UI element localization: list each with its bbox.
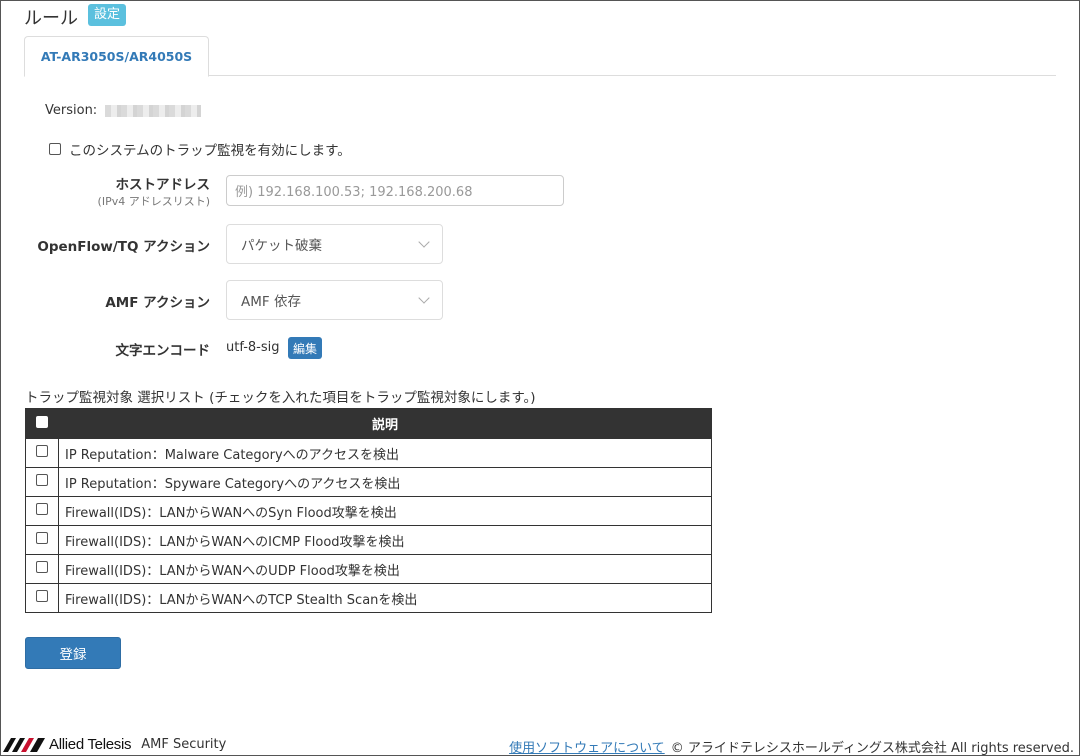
encoding-value: utf-8-sig	[226, 340, 280, 355]
row-check-cell	[25, 438, 59, 468]
row-description: Firewall(IDS)：LANからWANへのUDP Flood攻撃を検出	[58, 554, 712, 584]
trap-list-table: 説明 IP Reputation：Malware Categoryへのアクセスを…	[25, 408, 712, 613]
row-check-cell	[25, 525, 59, 555]
allied-telesis-logo-icon	[3, 737, 45, 752]
page-title: ルール	[24, 8, 78, 29]
register-button[interactable]: 登録	[25, 637, 121, 669]
host-address-label: ホストアドレス	[115, 177, 211, 193]
settings-badge[interactable]: 設定	[88, 4, 127, 26]
row-check-cell	[25, 554, 59, 584]
row-description: IP Reputation：Malware Categoryへのアクセスを検出	[58, 438, 712, 468]
host-address-sublabel: (IPv4 アドレスリスト)	[97, 195, 210, 208]
table-row: Firewall(IDS)：LANからWANへのICMP Flood攻撃を検出	[25, 525, 712, 555]
amf-action-value: AMF 依存	[241, 294, 301, 310]
copyright-text: © アライドテレシスホールディングス株式会社 All rights reserv…	[670, 741, 1074, 756]
footer-brand: Allied Telesis AMF Security	[3, 736, 226, 753]
chevron-down-icon	[418, 236, 430, 248]
footer-info: 使用ソフトウェアについて © アライドテレシスホールディングス株式会社 All r…	[509, 737, 1074, 756]
product-name: AMF Security	[141, 737, 227, 752]
table-row: Firewall(IDS)：LANからWANへのTCP Stealth Scan…	[25, 583, 712, 613]
row-checkbox[interactable]	[36, 590, 48, 602]
row-checkbox[interactable]	[36, 445, 48, 457]
select-all-cell	[25, 408, 59, 439]
row-checkbox[interactable]	[36, 532, 48, 544]
row-check-cell	[25, 467, 59, 497]
openflow-action-label: OpenFlow/TQ アクション	[37, 239, 210, 255]
row-check-cell	[25, 583, 59, 613]
version-info: Version:	[45, 103, 202, 118]
edit-encoding-button[interactable]: 編集	[288, 337, 323, 359]
table-row: Firewall(IDS)：LANからWANへのUDP Flood攻撃を検出	[25, 554, 712, 584]
host-address-input[interactable]: 例) 192.168.100.53; 192.168.200.68	[226, 175, 564, 206]
row-description: Firewall(IDS)：LANからWANへのSyn Flood攻撃を検出	[58, 496, 712, 526]
enable-trap-label: このシステムのトラップ監視を有効にします。	[69, 143, 351, 159]
version-value-redacted	[105, 104, 202, 117]
amf-action-label: AMF アクション	[105, 295, 210, 311]
version-label: Version:	[45, 103, 98, 118]
table-row: Firewall(IDS)：LANからWANへのSyn Flood攻撃を検出	[25, 496, 712, 526]
tab-bar: AT-AR3050S/AR4050S	[24, 36, 1056, 77]
table-row: IP Reputation：Malware Categoryへのアクセスを検出	[25, 438, 712, 468]
enable-trap-monitoring[interactable]: このシステムのトラップ監視を有効にします。	[49, 139, 351, 159]
row-checkbox[interactable]	[36, 561, 48, 573]
row-check-cell	[25, 496, 59, 526]
row-description: Firewall(IDS)：LANからWANへのICMP Flood攻撃を検出	[58, 525, 712, 555]
enable-trap-checkbox[interactable]	[49, 143, 61, 155]
row-checkbox[interactable]	[36, 474, 48, 486]
software-info-link[interactable]: 使用ソフトウェアについて	[509, 741, 665, 756]
openflow-action-value: パケット破棄	[241, 238, 322, 254]
description-header: 説明	[58, 408, 712, 439]
select-all-checkbox[interactable]	[36, 415, 48, 428]
row-description: Firewall(IDS)：LANからWANへのTCP Stealth Scan…	[58, 583, 712, 613]
openflow-action-select[interactable]: パケット破棄	[226, 224, 443, 264]
tab-at-ar3050s-ar4050s[interactable]: AT-AR3050S/AR4050S	[24, 36, 209, 77]
row-description: IP Reputation：Spyware Categoryへのアクセスを検出	[58, 467, 712, 497]
encoding-label: 文字エンコード	[115, 343, 211, 359]
amf-action-select[interactable]: AMF 依存	[226, 280, 443, 320]
row-checkbox[interactable]	[36, 503, 48, 515]
table-row: IP Reputation：Spyware Categoryへのアクセスを検出	[25, 467, 712, 497]
chevron-down-icon	[418, 292, 430, 304]
brand-name: Allied Telesis	[49, 736, 132, 753]
trap-list-caption: トラップ監視対象 選択リスト (チェックを入れた項目をトラップ監視対象にします。…	[25, 390, 536, 406]
table-header-row: 説明	[25, 408, 712, 439]
